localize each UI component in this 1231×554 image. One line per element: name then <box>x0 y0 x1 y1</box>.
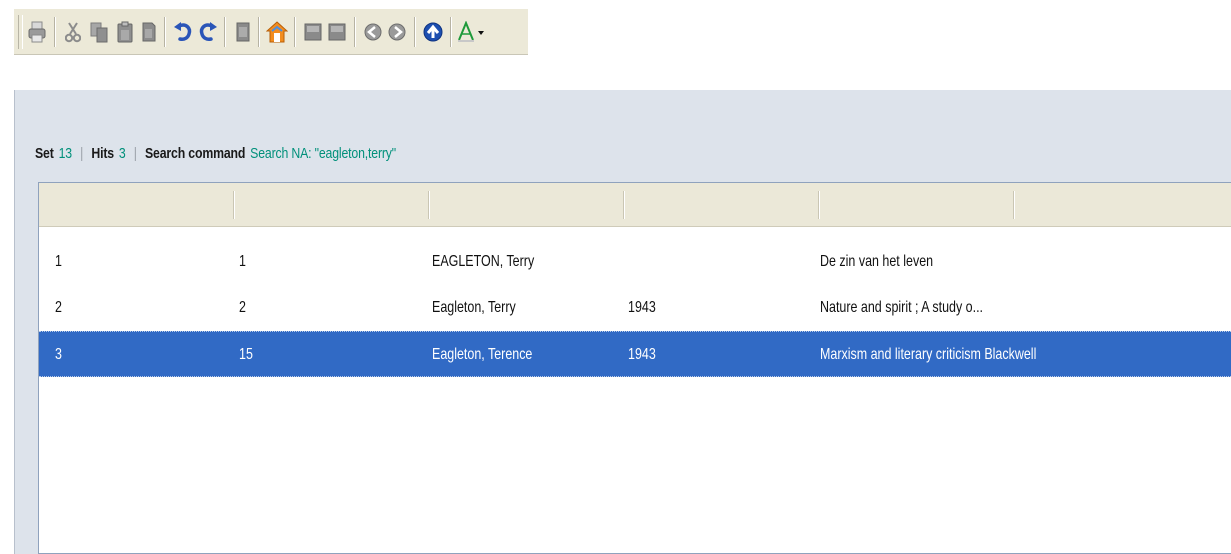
toolbar-separator <box>54 17 56 47</box>
print-button[interactable] <box>26 20 48 44</box>
redo-button[interactable] <box>197 20 219 44</box>
font-color-button[interactable] <box>456 20 488 44</box>
cell-number: 2 <box>55 299 62 316</box>
hits-value: 3 <box>118 144 126 162</box>
record-2-icon <box>327 21 347 43</box>
cut-icon <box>65 21 81 43</box>
cell-author: Eagleton, Terence <box>432 346 533 363</box>
back-button[interactable] <box>362 20 384 44</box>
undo-button[interactable] <box>172 20 194 44</box>
paste-button[interactable] <box>114 20 136 44</box>
toolbar-separator <box>414 17 416 47</box>
cell-author: EAGLETON, Terry <box>432 253 535 270</box>
hits-label: Hits <box>91 144 114 162</box>
page-button[interactable] <box>232 20 254 44</box>
table-row-selected[interactable]: 3 15 Eagleton, Terence 1943 Marxism and … <box>39 331 1231 377</box>
forward-button[interactable] <box>386 20 408 44</box>
results-table: 1 1 EAGLETON, Terry De zin van het leven… <box>38 182 1231 554</box>
record-button[interactable] <box>302 20 324 44</box>
record-icon <box>303 21 323 43</box>
record-2-button[interactable] <box>326 20 348 44</box>
column-divider[interactable] <box>818 191 820 219</box>
table-row[interactable]: 1 1 EAGLETON, Terry De zin van het leven <box>39 239 1231 285</box>
toolbar-separator <box>258 17 260 47</box>
up-button[interactable] <box>422 20 444 44</box>
toolbar-separator <box>450 17 452 47</box>
toolbar <box>14 9 528 55</box>
document-icon <box>141 21 157 43</box>
document-button[interactable] <box>138 20 160 44</box>
page-icon <box>235 21 251 43</box>
cell-number: 3 <box>55 346 62 363</box>
cell-record: 15 <box>239 346 253 363</box>
table-header <box>39 183 1231 227</box>
table-row[interactable]: 2 2 Eagleton, Terry 1943 Nature and spir… <box>39 285 1231 331</box>
back-icon <box>363 21 383 43</box>
cell-title: Nature and spirit ; A study o... <box>820 299 984 316</box>
copy-button[interactable] <box>88 20 110 44</box>
undo-icon <box>173 21 193 43</box>
paste-icon <box>116 21 134 43</box>
toolbar-separator <box>164 17 166 47</box>
column-divider[interactable] <box>233 191 235 219</box>
toolbar-separator <box>294 17 296 47</box>
cell-year: 1943 <box>628 346 656 363</box>
cell-author: Eagleton, Terry <box>432 299 516 316</box>
toolbar-area <box>0 0 1231 90</box>
column-divider[interactable] <box>1013 191 1015 219</box>
status-divider: | <box>80 144 84 162</box>
copy-icon <box>90 21 108 43</box>
column-divider[interactable] <box>428 191 430 219</box>
set-value: 13 <box>58 144 73 162</box>
column-divider[interactable] <box>623 191 625 219</box>
cell-record: 2 <box>239 299 246 316</box>
home-button[interactable] <box>266 20 288 44</box>
up-icon <box>422 21 444 43</box>
cell-title: Marxism and literary criticism Blackwell <box>820 346 1037 363</box>
forward-icon <box>387 21 407 43</box>
cut-button[interactable] <box>62 20 84 44</box>
cell-year: 1943 <box>628 299 656 316</box>
toolbar-grip[interactable] <box>18 15 23 49</box>
cell-record: 1 <box>239 253 246 270</box>
toolbar-separator <box>354 17 356 47</box>
redo-icon <box>198 21 218 43</box>
search-status-line: Set 13 | Hits 3 | Search command Search … <box>35 141 396 165</box>
search-command-value: Search NA: "eagleton,terry" <box>250 144 397 162</box>
print-icon <box>28 21 46 43</box>
status-divider: | <box>133 144 137 162</box>
search-results-panel: Set 13 | Hits 3 | Search command Search … <box>14 90 1231 554</box>
home-icon <box>266 21 288 43</box>
toolbar-separator <box>224 17 226 47</box>
cell-number: 1 <box>55 253 62 270</box>
set-label: Set <box>35 144 54 162</box>
search-command-label: Search command <box>145 144 246 162</box>
font-color-icon <box>456 21 488 43</box>
cell-title: De zin van het leven <box>820 253 934 270</box>
